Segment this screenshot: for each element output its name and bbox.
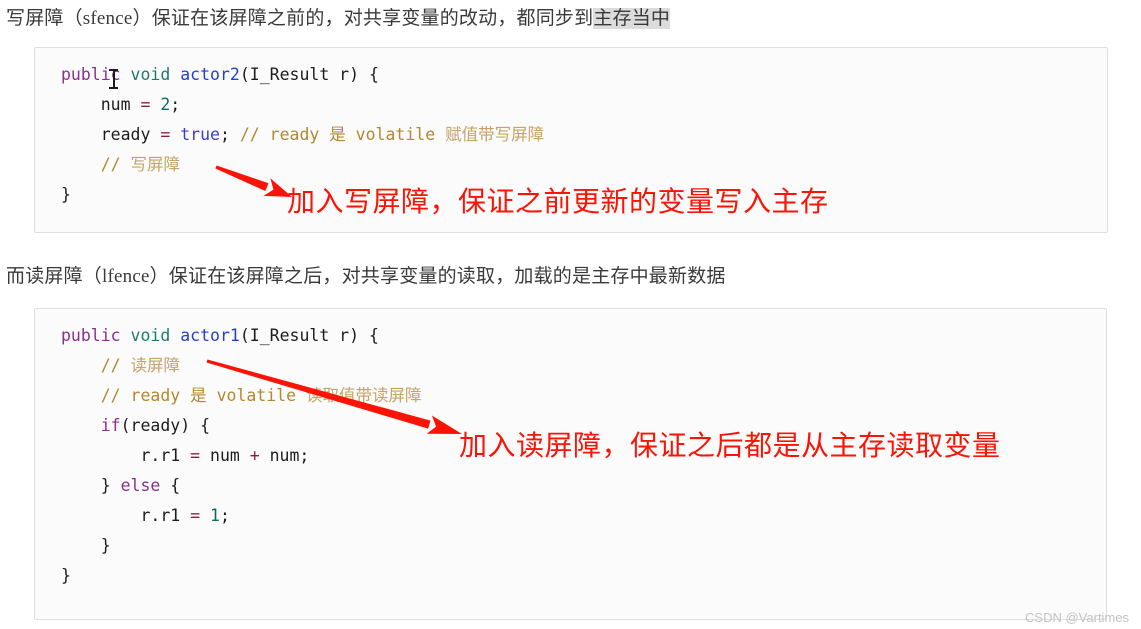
code-token: r.r1 [61, 506, 191, 525]
code-token: true [180, 125, 220, 144]
code-line: // 读屏障 [35, 351, 1106, 381]
code-token: 读屏障 [130, 356, 181, 375]
code-token: 是 [329, 125, 346, 144]
code-token: = [190, 446, 201, 465]
paragraph-write-barrier-highlight: 主存当中 [593, 8, 671, 29]
code-token: } [61, 566, 71, 585]
paragraph-read-barrier-text: 而读屏障（lfence）保证在该屏障之后，对共享变量的读取，加载的是主存中最新数… [6, 266, 726, 287]
code-line: } [35, 561, 1106, 591]
code-token: void [130, 65, 171, 84]
code-token: r.r1 [61, 446, 191, 465]
code-line: public void actor2(I_Result r) { [35, 60, 1107, 90]
code-token: (I_Result r) { [239, 326, 379, 345]
paragraph-write-barrier: 写屏障（sfence）保证在该屏障之前的，对共享变量的改动，都同步到主存当中 [6, 5, 671, 33]
code-token: ; [219, 125, 240, 144]
code-token: // [61, 356, 131, 375]
code-token: ; [219, 506, 230, 525]
code-token: { [160, 476, 181, 495]
code-token: = [140, 95, 151, 114]
code-line: num = 2; [35, 90, 1107, 120]
code-line: r.r1 = 1; [35, 501, 1106, 531]
code-token: 1 [210, 506, 220, 525]
watermark: CSDN @Vartimes [1025, 610, 1129, 625]
code-token: // [61, 155, 131, 174]
code-token: public [61, 65, 121, 84]
code-token: = [160, 125, 171, 144]
code-block-actor1[interactable]: public void actor1(I_Result r) { // 读屏障 … [34, 308, 1107, 620]
code-line: ready = true; // ready 是 volatile 赋值带写屏障 [35, 120, 1107, 150]
code-token: volatile [206, 386, 306, 405]
code-token: } [61, 476, 121, 495]
paragraph-read-barrier: 而读屏障（lfence）保证在该屏障之后，对共享变量的读取，加载的是主存中最新数… [6, 263, 726, 291]
code-token: + [249, 446, 260, 465]
code-line: } else { [35, 471, 1106, 501]
code-token: ; [170, 95, 181, 114]
code-token: actor2 [180, 65, 240, 84]
code-line: // ready 是 volatile 读取值带读屏障 [35, 381, 1106, 411]
code-token: (I_Result r) { [239, 65, 379, 84]
code-token: 读取值带读屏障 [305, 386, 422, 405]
code-token: (ready) { [120, 416, 211, 435]
code-token: void [130, 326, 171, 345]
code-token: = [190, 506, 201, 525]
code-token: num [61, 95, 141, 114]
code-token: // ready [239, 125, 330, 144]
code-token: } [61, 185, 71, 204]
code-line: // 写屏障 [35, 150, 1107, 180]
code-token: 是 [190, 386, 207, 405]
code-token: num [200, 446, 250, 465]
code-token: // ready [61, 386, 191, 405]
code-token: 赋值带写屏障 [445, 125, 545, 144]
code-line: public void actor1(I_Result r) { [35, 321, 1106, 351]
code-token: 2 [160, 95, 171, 114]
code-token: volatile [345, 125, 446, 144]
code-line: } [35, 531, 1106, 561]
annotation-write-barrier: 加入写屏障，保证之前更新的变量写入主存 [287, 187, 829, 218]
annotation-read-barrier: 加入读屏障，保证之后都是从主存读取变量 [459, 431, 1001, 462]
paragraph-write-barrier-text: 写屏障（sfence）保证在该屏障之前的，对共享变量的改动，都同步到 [6, 8, 594, 29]
code-token: public [61, 326, 121, 345]
code-token: if [100, 416, 121, 435]
code-token: actor1 [180, 326, 240, 345]
code-token: ready [61, 125, 161, 144]
code-token: num; [259, 446, 310, 465]
code-token: } [61, 536, 111, 555]
code-token: else [120, 476, 161, 495]
code-token: 写屏障 [130, 155, 181, 174]
